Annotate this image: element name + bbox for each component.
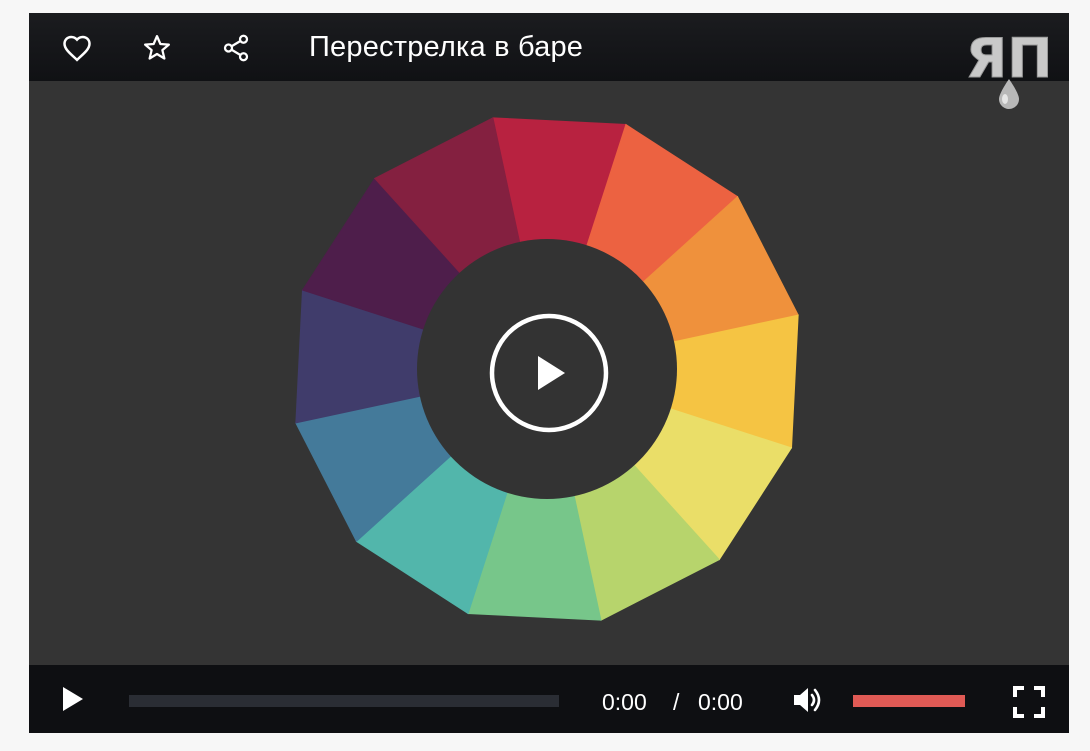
fullscreen-button[interactable] bbox=[1012, 685, 1046, 719]
player-title-bar: Перестрелка в баре ЯП bbox=[29, 13, 1069, 109]
volume-slider[interactable] bbox=[853, 695, 965, 707]
heart-icon[interactable] bbox=[62, 33, 92, 63]
duration: 0:00 bbox=[698, 689, 743, 715]
play-icon bbox=[489, 313, 609, 433]
play-button[interactable] bbox=[57, 683, 87, 715]
video-title: Перестрелка в баре bbox=[309, 31, 584, 63]
current-time: 0:00 bbox=[602, 689, 647, 715]
control-bar: 0:00 / 0:00 bbox=[29, 665, 1069, 733]
time-separator: / bbox=[673, 689, 680, 715]
volume-button[interactable] bbox=[791, 684, 827, 716]
play-icon bbox=[63, 687, 83, 711]
progress-bar[interactable] bbox=[129, 695, 559, 707]
volume-fill bbox=[853, 695, 965, 707]
volume-icon bbox=[794, 688, 821, 712]
big-play-button[interactable] bbox=[488, 312, 610, 434]
star-icon[interactable] bbox=[142, 33, 172, 63]
share-icon[interactable] bbox=[221, 33, 251, 63]
fullscreen-icon bbox=[1013, 686, 1045, 718]
video-player: Перестрелка в баре ЯП 0:00 / 0:00 bbox=[29, 13, 1069, 733]
